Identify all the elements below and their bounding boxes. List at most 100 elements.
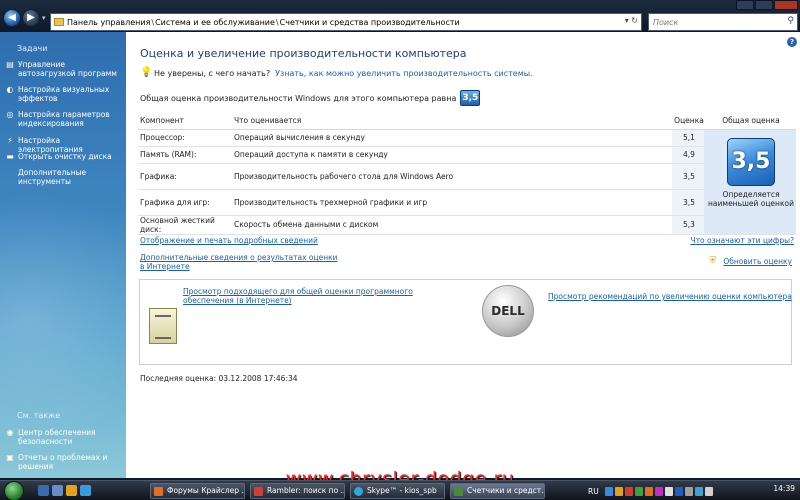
search-icon[interactable]: ⚲ bbox=[787, 16, 794, 26]
breadcrumb-separator: \ bbox=[275, 17, 279, 27]
taskbar-button-label: Rambler: поиск по ... bbox=[267, 486, 345, 495]
overall-score-row: Общая оценка производительности Windows … bbox=[140, 90, 481, 106]
table-header-row: Компонент Что оценивается Оценка Общая о… bbox=[138, 113, 796, 130]
tray-icons bbox=[604, 486, 715, 496]
browser-icon[interactable] bbox=[66, 485, 77, 496]
indexing-icon: ◎ bbox=[6, 110, 14, 119]
component-description: Операций доступа к памяти в секунду bbox=[232, 146, 672, 164]
start-button[interactable] bbox=[4, 481, 24, 500]
tray-icon[interactable] bbox=[624, 486, 633, 496]
hint-question: Не уверены, с чего начать? bbox=[154, 68, 271, 78]
window-controls bbox=[735, 0, 798, 10]
tray-icon[interactable] bbox=[644, 486, 653, 496]
clock[interactable]: 14:39 bbox=[773, 484, 795, 493]
header-base-score: Общая оценка bbox=[704, 113, 796, 130]
recent-pages-dropdown[interactable]: ▾ bbox=[42, 14, 46, 22]
tasks-heading: Задачи bbox=[17, 44, 48, 53]
component-description: Производительность рабочего стола для Wi… bbox=[232, 163, 672, 190]
component-description: Операций вычисления в секунду bbox=[232, 129, 672, 147]
skype-icon bbox=[354, 487, 363, 496]
startup-icon: ▤ bbox=[6, 60, 14, 69]
task-advanced-tools[interactable]: Дополнительные инструменты bbox=[5, 168, 123, 186]
task-label: Центр обеспечения безопасности bbox=[18, 428, 96, 446]
search-input[interactable] bbox=[649, 14, 779, 30]
what-numbers-mean-link[interactable]: Что означают эти цифры? bbox=[691, 236, 794, 245]
print-details-link[interactable]: Отображение и печать подробных сведений bbox=[140, 236, 318, 245]
header-score: Оценка bbox=[672, 113, 704, 130]
security-center-icon: ◉ bbox=[6, 428, 14, 437]
task-label: Настройка визуальных эффектов bbox=[18, 85, 110, 103]
task-indexing[interactable]: ◎ Настройка параметров индексирования bbox=[5, 110, 123, 128]
taskbar: Форумы Крайслер ... Rambler: поиск по ..… bbox=[0, 480, 800, 500]
system-tray: RU bbox=[588, 483, 715, 499]
minimize-button[interactable] bbox=[736, 0, 754, 10]
compatible-software-link[interactable]: Просмотр подходящего для общей оценки пр… bbox=[183, 287, 453, 305]
oem-promo-panel: Просмотр подходящего для общей оценки пр… bbox=[139, 279, 792, 365]
taskbar-button-skype[interactable]: Skype™ - kios_spb bbox=[350, 483, 445, 499]
table-row: Графика для игр: Производительность трех… bbox=[138, 189, 796, 216]
base-score-cell: 3,5 Определяется наименьшей оценкой bbox=[704, 129, 796, 235]
subscore: 3,5 bbox=[672, 163, 704, 190]
close-button[interactable] bbox=[774, 0, 798, 10]
subscore: 5,1 bbox=[672, 129, 704, 147]
score-table: Компонент Что оценивается Оценка Общая о… bbox=[138, 113, 796, 235]
address-refresh-controls[interactable]: ▾ ↻ bbox=[625, 16, 638, 25]
refresh-rating-row[interactable]: ⛨ Обновить оценку bbox=[709, 256, 792, 267]
media-icon[interactable] bbox=[80, 485, 91, 496]
base-score-caption: Определяется наименьшей оценкой bbox=[708, 189, 794, 208]
taskbar-button-performance[interactable]: Счетчики и средст... bbox=[450, 483, 545, 499]
component-name: Графика: bbox=[138, 163, 232, 190]
switch-windows-icon[interactable] bbox=[52, 485, 63, 496]
tray-icon[interactable] bbox=[634, 486, 643, 496]
arrow-left-icon: ◀ bbox=[8, 12, 16, 23]
learn-performance-link[interactable]: Узнать, как можно увеличить производител… bbox=[275, 69, 532, 78]
volume-icon[interactable] bbox=[704, 486, 713, 496]
more-info-online-link[interactable]: Дополнительные сведения о результатах оц… bbox=[140, 253, 340, 271]
task-pane: Задачи ▤ Управление автозагрузкой програ… bbox=[0, 32, 126, 478]
show-desktop-icon[interactable] bbox=[38, 485, 49, 496]
network-icon[interactable] bbox=[694, 486, 703, 496]
help-icon[interactable]: ? bbox=[787, 37, 797, 47]
task-disk-cleanup[interactable]: ▬ Открыть очистку диска bbox=[5, 152, 123, 162]
light-bulb-icon: 💡 bbox=[140, 67, 153, 78]
performance-window-icon bbox=[454, 487, 463, 496]
taskbar-button-rambler[interactable]: Rambler: поиск по ... bbox=[250, 483, 345, 499]
tray-icon[interactable] bbox=[654, 486, 663, 496]
improve-score-recommendations-link[interactable]: Просмотр рекомендаций по увеличению оцен… bbox=[548, 292, 800, 301]
task-visual-effects[interactable]: ◐ Настройка визуальных эффектов bbox=[5, 85, 123, 103]
table-row: Память (RAM): Операций доступа к памяти … bbox=[138, 146, 796, 164]
visual-effects-icon: ◐ bbox=[6, 85, 14, 94]
taskbar-button-label: Счетчики и средст... bbox=[467, 486, 545, 495]
back-button[interactable]: ◀ bbox=[3, 9, 21, 27]
language-indicator[interactable]: RU bbox=[588, 487, 599, 496]
taskbar-button-forum[interactable]: Форумы Крайслер ... bbox=[150, 483, 245, 499]
refresh-rating-link[interactable]: Обновить оценку bbox=[723, 257, 792, 266]
base-score-badge: 3,5 bbox=[727, 137, 775, 186]
address-bar[interactable]: Панель управления \ Система и ее обслужи… bbox=[50, 13, 642, 31]
subscore: 5,3 bbox=[672, 215, 704, 235]
table-row: Процессор: Операций вычисления в секунду… bbox=[138, 129, 796, 235]
see-also-heading: См. также bbox=[17, 411, 61, 420]
tray-icon[interactable] bbox=[604, 486, 613, 496]
breadcrumb-system-maintenance[interactable]: Система и ее обслуживание bbox=[155, 18, 275, 27]
header-what: Что оценивается bbox=[232, 113, 672, 130]
tray-icon[interactable] bbox=[674, 486, 683, 496]
maximize-button[interactable] bbox=[755, 0, 773, 10]
breadcrumb-performance-tools[interactable]: Счетчики и средства производительности bbox=[280, 18, 460, 27]
quick-launch bbox=[38, 485, 94, 496]
search-box[interactable]: ⚲ bbox=[648, 13, 798, 31]
forward-button[interactable]: ▶ bbox=[22, 9, 40, 27]
task-startup-programs[interactable]: ▤ Управление автозагрузкой программ bbox=[5, 60, 123, 78]
component-name: Основной жесткий диск: bbox=[138, 215, 232, 235]
tray-icon[interactable] bbox=[684, 486, 693, 496]
breadcrumb-control-panel[interactable]: Панель управления bbox=[67, 18, 150, 27]
firefox-icon bbox=[154, 487, 163, 496]
subscore: 3,5 bbox=[672, 189, 704, 216]
tray-icon[interactable] bbox=[614, 486, 623, 496]
navigation-bar: ◀ ▶ ▾ Панель управления \ Система и ее о… bbox=[0, 0, 800, 32]
task-label: Управление автозагрузкой программ bbox=[18, 60, 117, 78]
tray-icon[interactable] bbox=[664, 486, 673, 496]
link-security-center[interactable]: ◉ Центр обеспечения безопасности bbox=[5, 428, 123, 446]
component-name: Память (RAM): bbox=[138, 146, 232, 164]
component-name: Графика для игр: bbox=[138, 189, 232, 216]
